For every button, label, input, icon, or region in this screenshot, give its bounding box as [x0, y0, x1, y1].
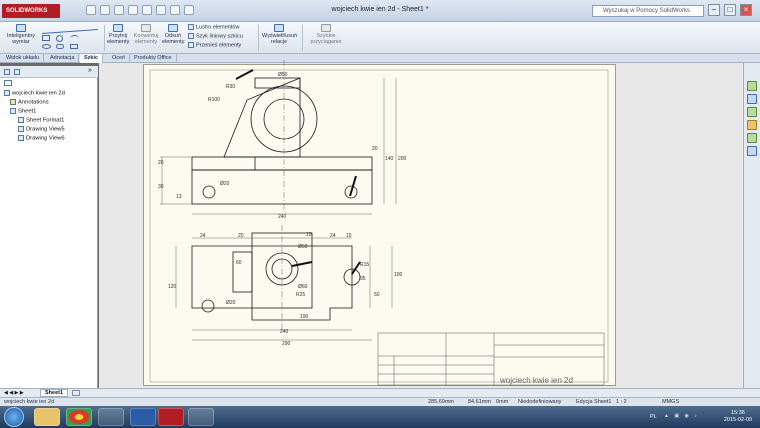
- app-icon[interactable]: [98, 408, 124, 426]
- language-indicator[interactable]: PL: [650, 414, 657, 420]
- add-sheet-icon[interactable]: [72, 390, 80, 396]
- sheet-nav-icon[interactable]: ◀ ◀ ▶ ▶: [4, 390, 24, 396]
- custom-properties-icon[interactable]: [747, 146, 757, 156]
- hole-left: [202, 185, 216, 199]
- appearances-icon[interactable]: [747, 133, 757, 143]
- status-bar: wojciech kwie ien 2d 285.69mm 84.61mm 0m…: [0, 397, 760, 406]
- base-plan: [191, 245, 353, 321]
- chrome-icon[interactable]: [66, 408, 92, 426]
- solidworks-taskbar-icon[interactable]: [158, 408, 184, 426]
- task-pane: [743, 63, 760, 388]
- clock-time: 15:36: [731, 410, 745, 416]
- slot-plan: [232, 251, 253, 293]
- hole-left-plan: [201, 299, 215, 313]
- clock-date: 2015-02-09: [723, 417, 752, 423]
- tray-icons[interactable]: ▲ ▣ ◉ ♪: [664, 413, 720, 421]
- file-explorer-icon[interactable]: [747, 107, 757, 117]
- title-block: [377, 332, 605, 386]
- sheet-tab[interactable]: Sheet1: [40, 389, 69, 397]
- base-front: [191, 169, 373, 205]
- sheet-tabs-bar: ◀ ◀ ▶ ▶ Sheet1: [0, 388, 760, 397]
- base-top-edge: [191, 156, 373, 171]
- sheet-frame: [149, 69, 609, 383]
- support-rib: [223, 77, 301, 158]
- paint-icon[interactable]: [188, 408, 214, 426]
- word-icon[interactable]: [130, 408, 156, 426]
- windows-taskbar: PL ▲ ▣ ◉ ♪ 15:36 2015-02-09: [0, 406, 760, 428]
- explorer-icon[interactable]: [34, 408, 60, 426]
- start-button[interactable]: [4, 407, 24, 427]
- drawing-canvas: [149, 60, 609, 386]
- view-palette-icon[interactable]: [747, 120, 757, 130]
- clock[interactable]: 15:36 2015-02-09: [724, 410, 752, 424]
- resources-icon[interactable]: [747, 81, 757, 91]
- leader-arrow: [235, 69, 254, 80]
- leader-arrow: [291, 261, 313, 267]
- design-library-icon[interactable]: [747, 94, 757, 104]
